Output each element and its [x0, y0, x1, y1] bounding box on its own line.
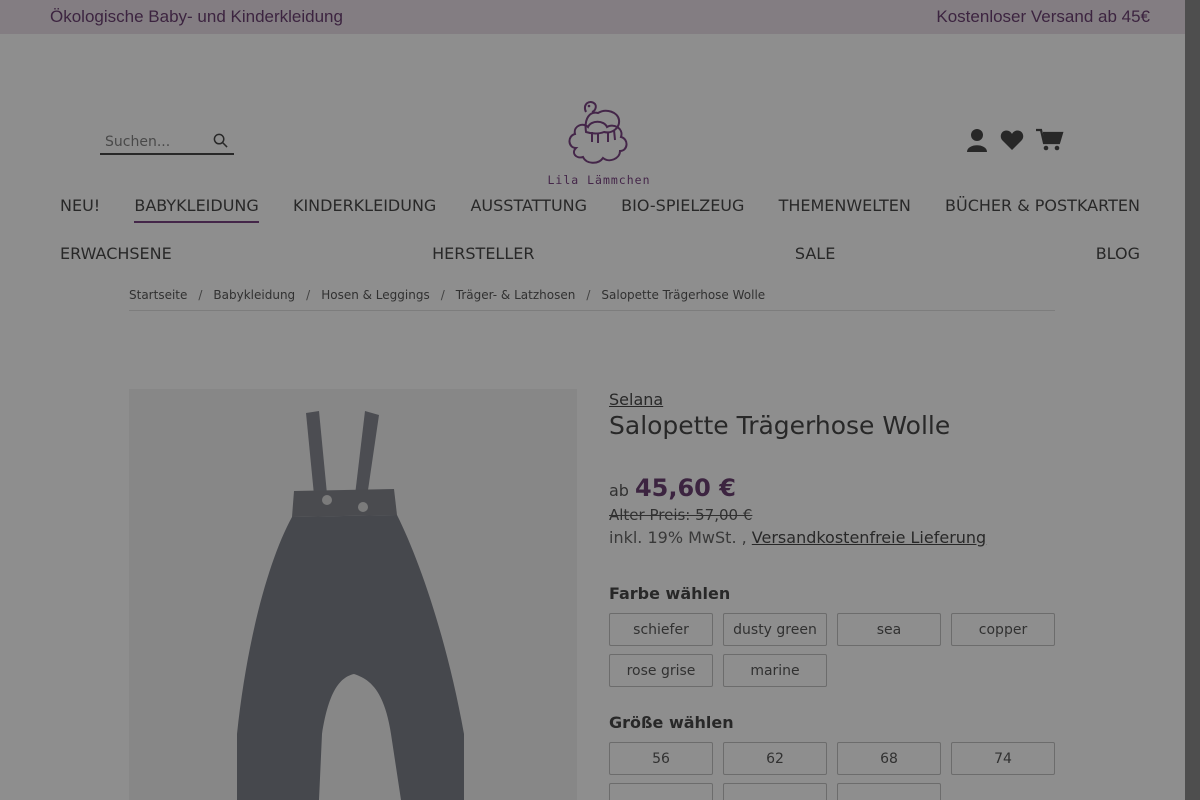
top-announcement-bar: Ökologische Baby- und Kinderkleidung Kos… [0, 0, 1200, 34]
nav-item-kinderkleidung[interactable]: KINDERKLEIDUNG [293, 196, 436, 223]
color-option-rose-grise[interactable]: rose grise [609, 654, 713, 687]
breadcrumb-separator: / [440, 288, 445, 302]
search-icon[interactable] [213, 133, 228, 151]
color-label: Farbe wählen [609, 584, 731, 603]
price-row: ab 45,60 € [609, 474, 1057, 502]
nav-item-babykleidung[interactable]: BABYKLEIDUNG [134, 196, 259, 223]
size-option-74[interactable]: 74 [951, 742, 1055, 775]
nav-item-ausstattung[interactable]: AUSSTATTUNG [470, 196, 587, 223]
breadcrumb: Startseite / Babykleidung / Hosen & Legg… [129, 274, 1055, 311]
color-option-sea[interactable]: sea [837, 613, 941, 646]
nav-row-secondary: ERWACHSENE HERSTELLER SALE BLOG [60, 223, 1140, 269]
old-price: Alter Preis: 57,00 € [609, 506, 753, 524]
topbar-tagline: Ökologische Baby- und Kinderkleidung [50, 7, 343, 26]
price-prefix: ab [609, 481, 629, 500]
size-option-68[interactable]: 68 [837, 742, 941, 775]
nav-item-hersteller[interactable]: HERSTELLER [432, 244, 534, 269]
shipping-link[interactable]: Versandkostenfreie Lieferung [752, 528, 986, 547]
breadcrumb-item[interactable]: Babykleidung [213, 288, 295, 302]
size-option-more[interactable] [609, 783, 713, 800]
nav-item-themenwelten[interactable]: THEMENWELTEN [779, 196, 911, 223]
nav-item-blog[interactable]: BLOG [1096, 244, 1140, 269]
page-scrollbar[interactable] [1185, 0, 1200, 800]
breadcrumb-separator: / [198, 288, 203, 302]
color-option-copper[interactable]: copper [951, 613, 1055, 646]
tax-text: inkl. 19% MwSt. , [609, 528, 747, 547]
topbar-shipping-note: Kostenloser Versand ab 45€ [936, 7, 1150, 26]
nav-item-bio-spielzeug[interactable]: BIO-SPIELZEUG [621, 196, 744, 223]
color-option-schiefer[interactable]: schiefer [609, 613, 713, 646]
nav-row-primary: NEU! BABYKLEIDUNG KINDERKLEIDUNG AUSSTAT… [60, 184, 1140, 223]
breadcrumb-separator: / [586, 288, 591, 302]
size-option-62[interactable]: 62 [723, 742, 827, 775]
nav-item-buecher-postkarten[interactable]: BÜCHER & POSTKARTEN [945, 196, 1140, 223]
breadcrumb-item[interactable]: Träger- & Latzhosen [456, 288, 576, 302]
product-info: Selana Salopette Trägerhose Wolle ab 45,… [609, 390, 1057, 800]
breadcrumb-item[interactable]: Hosen & Leggings [321, 288, 430, 302]
size-options: 56 62 68 74 [609, 742, 1057, 800]
nav-item-neu[interactable]: NEU! [60, 196, 100, 223]
heart-icon[interactable] [1000, 129, 1024, 156]
breadcrumb-separator: / [306, 288, 311, 302]
product-title: Salopette Trägerhose Wolle [609, 411, 951, 440]
nav-item-sale[interactable]: SALE [795, 244, 835, 269]
search-box[interactable] [100, 130, 234, 155]
product-price: 45,60 € [634, 474, 736, 502]
size-option-56[interactable]: 56 [609, 742, 713, 775]
main-navigation: NEU! BABYKLEIDUNG KINDERKLEIDUNG AUSSTAT… [0, 184, 1200, 274]
site-logo[interactable]: Lila Lämmchen [545, 96, 653, 191]
color-options: schiefer dusty green sea copper rose gri… [609, 613, 1057, 687]
cart-icon[interactable] [1036, 128, 1064, 157]
user-icon[interactable] [966, 128, 988, 157]
site-header: Lila Lämmchen [0, 34, 1200, 187]
breadcrumb-current: Salopette Trägerhose Wolle [601, 288, 766, 302]
size-label: Größe wählen [609, 713, 734, 732]
header-actions [966, 128, 1064, 157]
lamb-logo-icon [568, 101, 628, 164]
tax-info: inkl. 19% MwSt. , Versandkostenfreie Lie… [609, 528, 1057, 547]
size-option-more[interactable] [837, 783, 941, 800]
size-option-more[interactable] [723, 783, 827, 800]
product-image[interactable] [129, 389, 577, 800]
color-option-dusty-green[interactable]: dusty green [723, 613, 827, 646]
nav-item-erwachsene[interactable]: ERWACHSENE [60, 244, 172, 269]
wool-overalls-image [237, 411, 464, 800]
product-brand-link[interactable]: Selana [609, 390, 1057, 409]
color-option-marine[interactable]: marine [723, 654, 827, 687]
breadcrumb-item[interactable]: Startseite [129, 288, 187, 302]
search-input[interactable] [105, 133, 200, 150]
